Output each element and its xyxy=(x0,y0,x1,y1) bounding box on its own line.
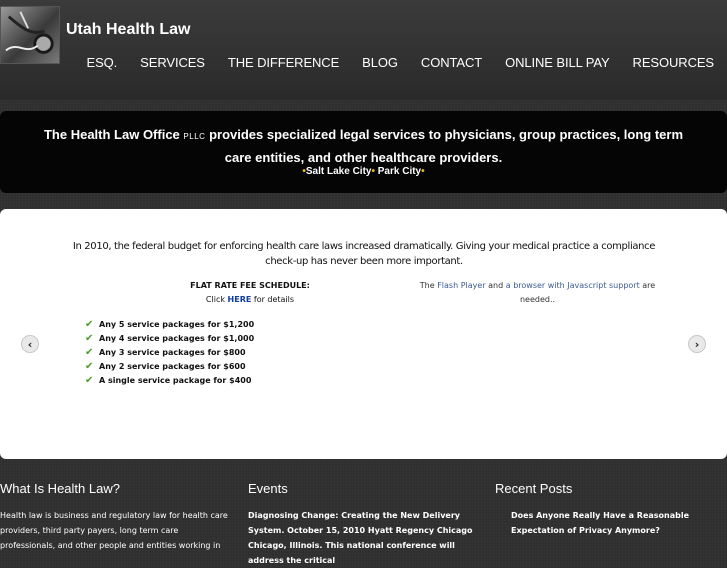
intro-banner: The Health Law Office PLLC provides spec… xyxy=(0,111,727,193)
nav-esq[interactable]: ESQ. xyxy=(64,55,118,70)
package-label: A single service package for $400 xyxy=(99,376,252,385)
fee-click: Click xyxy=(205,295,225,304)
city-salt-lake: Salt Lake City xyxy=(305,166,372,177)
banner-tagline: provides specialized legal services to p… xyxy=(209,127,684,165)
site-header: Utah Health Law ESQ. SERVICES THE DIFFER… xyxy=(0,0,727,100)
checkmark-icon: ✔ xyxy=(85,333,94,344)
fee-schedule: FLAT RATE FEE SCHEDULE: Click HERE for d… xyxy=(170,279,330,307)
nav-resources[interactable]: RESOURCES xyxy=(610,55,715,70)
slider-prev-icon[interactable]: ‹ xyxy=(21,335,39,353)
flash-player-link[interactable]: Flash Player xyxy=(437,281,485,290)
browser-link[interactable]: a browser with Javascript support xyxy=(506,281,640,290)
what-is-health-law-heading: What Is Health Law? xyxy=(0,481,120,496)
logo-image[interactable] xyxy=(0,6,60,64)
checkmark-icon: ✔ xyxy=(85,319,94,330)
events-text: Diagnosing Change: Creating the New Deli… xyxy=(248,511,473,565)
nav-contact[interactable]: CONTACT xyxy=(398,55,482,70)
package-label: Any 2 service packages for $600 xyxy=(99,362,246,371)
slider-intro: In 2010, the federal budget for enforcin… xyxy=(72,241,656,267)
cities-line: •Salt Lake City• Park City• xyxy=(0,166,727,177)
what-is-health-law-text: Health law is business and regulatory la… xyxy=(0,511,228,550)
nav-online-bill-pay[interactable]: ONLINE BILL PAY xyxy=(482,55,610,70)
pllc-label: PLLC xyxy=(183,132,206,141)
package-list: ✔ Any 5 service packages for $1,200 ✔ Any … xyxy=(85,318,254,388)
fee-title: FLAT RATE FEE SCHEDULE: xyxy=(190,281,310,290)
flash-text: The xyxy=(419,281,435,290)
checkmark-icon: ✔ xyxy=(85,361,94,372)
nav-blog[interactable]: BLOG xyxy=(339,55,398,70)
bullet-dot: • xyxy=(371,166,375,177)
bullet-dot: • xyxy=(421,166,425,177)
list-item: ✔ Any 3 service packages for $800 xyxy=(85,346,254,360)
checkmark-icon: ✔ xyxy=(85,347,94,358)
content-slider: In 2010, the federal budget for enforcin… xyxy=(0,209,727,459)
flash-text: and xyxy=(488,281,504,290)
nav-the-difference[interactable]: THE DIFFERENCE xyxy=(205,55,339,70)
city-park-city: Park City xyxy=(377,166,422,177)
package-label: Any 3 service packages for $800 xyxy=(99,348,246,357)
site-title[interactable]: Utah Health Law xyxy=(66,21,190,39)
events-heading: Events xyxy=(248,481,288,496)
list-item: ✔ A single service package for $400 xyxy=(85,374,254,388)
recent-post-link[interactable]: Does Anyone Really Have a Reasonable Exp… xyxy=(511,508,725,538)
fee-here-link[interactable]: HERE xyxy=(228,295,252,304)
main-nav: ESQ. SERVICES THE DIFFERENCE BLOG CONTAC… xyxy=(64,55,715,70)
list-item: ✔ Any 5 service packages for $1,200 xyxy=(85,318,254,332)
checkmark-icon: ✔ xyxy=(85,375,94,386)
fee-details: for details xyxy=(253,295,295,304)
package-label: Any 4 service packages for $1,000 xyxy=(99,334,255,343)
slider-next-icon[interactable]: › xyxy=(688,335,706,353)
office-name: The Health Law Office xyxy=(43,127,180,142)
recent-posts-heading: Recent Posts xyxy=(495,481,573,496)
nav-services[interactable]: SERVICES xyxy=(117,55,205,70)
flash-notice: The Flash Player and a browser with Java… xyxy=(410,279,665,307)
banner-text: The Health Law Office PLLC provides spec… xyxy=(0,124,727,168)
list-item: ✔ Any 2 service packages for $600 xyxy=(85,360,254,374)
list-item: ✔ Any 4 service packages for $1,000 xyxy=(85,332,254,346)
package-label: Any 5 service packages for $1,200 xyxy=(99,320,255,329)
